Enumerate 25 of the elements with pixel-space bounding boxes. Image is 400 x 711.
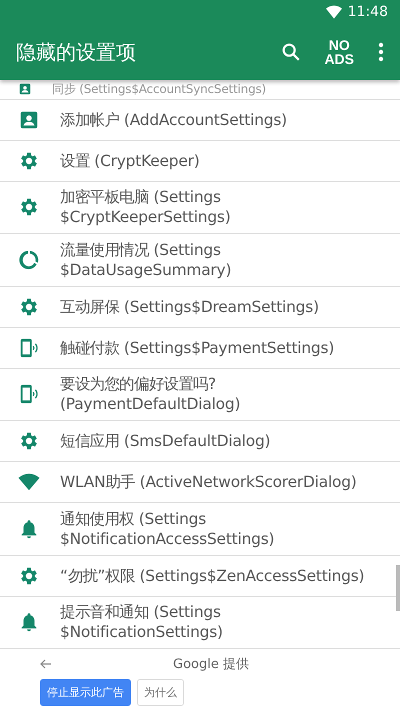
clock: 11:48 (348, 4, 388, 20)
person-icon (18, 82, 32, 96)
search-icon[interactable] (280, 41, 302, 63)
wifi-icon (326, 5, 342, 19)
app-title: 隐藏的设置项 (16, 38, 137, 66)
more-icon[interactable] (378, 42, 384, 62)
phone-icon (18, 336, 40, 359)
settings-list-item[interactable]: 触碰付款 (Settings$PaymentSettings) (0, 328, 400, 369)
ad-provider: Google 提供 (172, 656, 250, 672)
settings-list-item[interactable]: 添加帐户 (AddAccountSettings) (0, 100, 400, 141)
settings-list-item[interactable]: 通知使用权 (Settings $NotificationAccessSettings) (0, 503, 400, 556)
scrollbar (396, 565, 400, 611)
ring-icon (18, 248, 40, 271)
no-ads-button[interactable]: NO ADS (322, 36, 356, 68)
settings-list-item[interactable]: 流量使用情况 (Settings $DataUsageSummary) (0, 234, 400, 287)
settings-list-item[interactable]: 设置 (CryptKeeper) (0, 140, 400, 182)
why-button[interactable]: 为什么 (137, 678, 184, 706)
phone-icon (18, 383, 40, 406)
stop-ad-button[interactable]: 停止显示此广告 (40, 678, 131, 706)
settings-list-item[interactable]: WLAN助手 (ActiveNetworkScorerDialog) (0, 462, 400, 504)
back-icon[interactable] (40, 658, 52, 670)
settings-list-item[interactable]: 短信应用 (SmsDefaultDialog) (0, 421, 400, 462)
settings-list-item[interactable]: 加密平板电脑 (Settings $CryptKeeperSettings) (0, 182, 400, 234)
settings-list-item[interactable]: 要设为您的偏好设置吗? (PaymentDefaultDialog) (0, 368, 400, 422)
settings-list-item[interactable]: 互动屏保 (Settings$DreamSettings) (0, 286, 400, 328)
